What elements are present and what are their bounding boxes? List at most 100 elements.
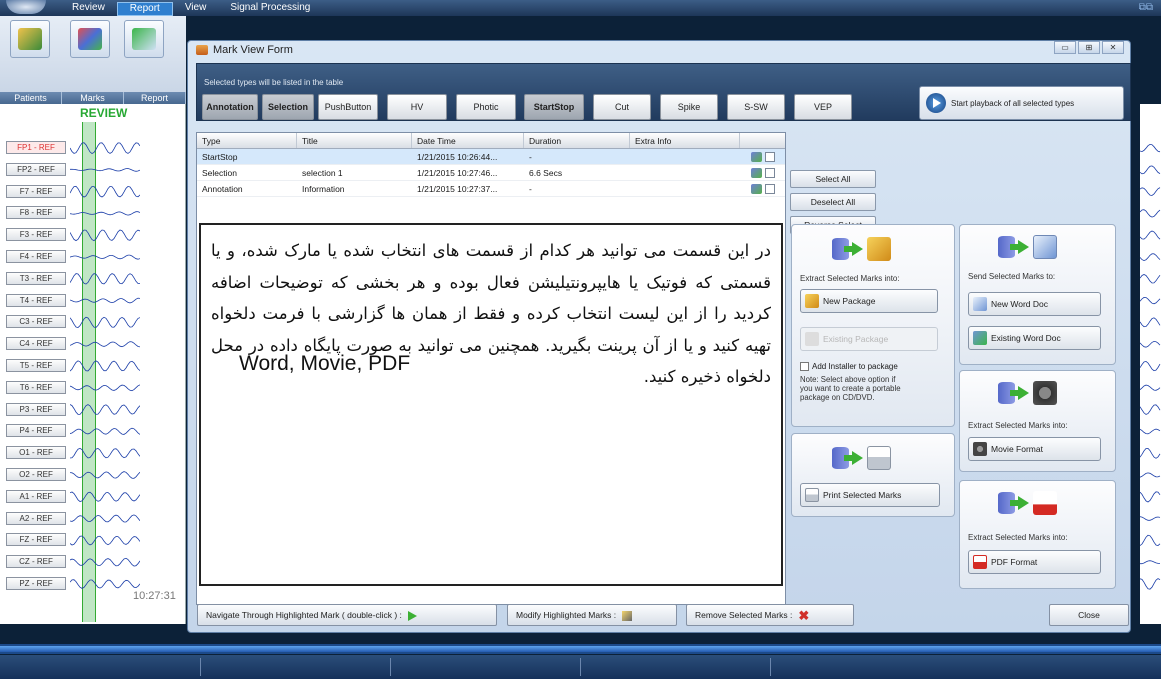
channel-label[interactable]: FP1 - REF	[6, 141, 66, 154]
movie-format-button[interactable]: Movie Format	[968, 437, 1101, 461]
row-checkbox[interactable]	[765, 184, 775, 194]
dialog-title-bar: Mark View Form	[196, 43, 293, 57]
column-datetime[interactable]: Date Time	[412, 133, 524, 148]
film-reel-icon	[1033, 381, 1057, 405]
column-extra-info[interactable]: Extra Info	[630, 133, 740, 148]
table-row[interactable]: StartStop 1/21/2015 10:26:44... -	[197, 149, 785, 165]
tab-view[interactable]: View	[173, 2, 219, 16]
pdf-panel-label: Extract Selected Marks into:	[968, 533, 1068, 542]
toolbar-hint: Selected types will be listed in the tab…	[204, 78, 344, 87]
type-photic-button[interactable]: Photic	[456, 94, 516, 120]
type-vep-button[interactable]: VEP	[794, 94, 852, 120]
column-type[interactable]: Type	[197, 133, 297, 148]
cell-title: selection 1	[302, 168, 343, 178]
eeg-time-label: 10:27:31	[133, 590, 176, 602]
pdf-icon	[973, 555, 987, 569]
table-row[interactable]: Selection selection 1 1/21/2015 10:27:46…	[197, 165, 785, 181]
channel-label[interactable]: F8 - REF	[6, 206, 66, 220]
cell-type: Selection	[202, 168, 237, 178]
select-all-button[interactable]: Select All	[790, 170, 876, 188]
type-startstop-button[interactable]: StartStop	[524, 94, 584, 120]
marks-button[interactable]	[70, 20, 110, 58]
arrow-right-icon	[1010, 386, 1029, 400]
remove-selected-marks-button[interactable]: Remove Selected Marks : ✖	[686, 604, 854, 626]
mark-type-icon	[751, 184, 762, 194]
word-document-icon	[1033, 235, 1057, 259]
type-pushbutton-button[interactable]: PushButton	[318, 94, 378, 120]
start-playback-button[interactable]: Start playback of all selected types	[919, 86, 1124, 120]
table-row[interactable]: Annotation Information 1/21/2015 10:27:3…	[197, 181, 785, 197]
package-icon	[805, 294, 819, 308]
close-button[interactable]: Close	[1049, 604, 1129, 626]
channel-label[interactable]: FZ - REF	[6, 533, 66, 547]
channel-label[interactable]: P3 - REF	[6, 402, 66, 416]
cell-duration: -	[529, 184, 532, 194]
type-annotation-button[interactable]: Annotation	[202, 94, 258, 120]
row-checkbox[interactable]	[765, 152, 775, 162]
new-word-doc-button[interactable]: New Word Doc	[968, 292, 1101, 316]
report-button[interactable]	[124, 20, 164, 58]
channel-label[interactable]: PZ - REF	[6, 577, 66, 590]
status-divider	[580, 658, 581, 676]
tab-review[interactable]: Review	[60, 2, 117, 16]
type-cut-button[interactable]: Cut	[593, 94, 651, 120]
channel-label[interactable]: P4 - REF	[6, 424, 66, 438]
type-selection-button[interactable]: Selection	[262, 94, 314, 120]
pdf-panel: Extract Selected Marks into: PDF Format	[959, 480, 1116, 589]
new-package-button[interactable]: New Package	[800, 289, 938, 313]
minimize-button[interactable]: ▭	[1054, 41, 1076, 54]
channel-label[interactable]: F4 - REF	[6, 250, 66, 263]
print-panel: Print Selected Marks	[791, 433, 955, 517]
channel-label[interactable]: T3 - REF	[6, 271, 66, 285]
ribbon-label-marks: Marks	[62, 92, 124, 104]
close-window-button[interactable]: ✕	[1102, 41, 1124, 54]
film-reel-icon	[973, 442, 987, 456]
printer-icon	[867, 446, 891, 470]
column-title[interactable]: Title	[297, 133, 412, 148]
channel-label[interactable]: C4 - REF	[6, 337, 66, 351]
pdf-format-label: PDF Format	[991, 557, 1038, 567]
package-panel-label: Extract Selected Marks into:	[800, 274, 900, 283]
channel-label[interactable]: O1 - REF	[6, 446, 66, 460]
deselect-all-button[interactable]: Deselect All	[790, 193, 876, 211]
print-selected-marks-button[interactable]: Print Selected Marks	[800, 483, 940, 507]
movie-format-label: Movie Format	[991, 444, 1043, 454]
type-ssw-button[interactable]: S-SW	[727, 94, 785, 120]
existing-word-doc-button[interactable]: Existing Word Doc	[968, 326, 1101, 350]
row-checkbox[interactable]	[765, 168, 775, 178]
maximize-button[interactable]: ⊞	[1078, 41, 1100, 54]
tab-signal-processing[interactable]: Signal Processing	[218, 2, 322, 16]
channel-label[interactable]: F3 - REF	[6, 228, 66, 242]
existing-word-doc-label: Existing Word Doc	[991, 333, 1061, 343]
tab-report[interactable]: Report	[116, 2, 173, 16]
channel-label[interactable]: FP2 - REF	[6, 162, 66, 176]
channel-label[interactable]: CZ - REF	[6, 555, 66, 569]
ribbon-panel: Patients Marks Report	[0, 16, 186, 104]
cell-datetime: 1/21/2015 10:26:44...	[417, 152, 498, 162]
channel-label[interactable]: T6 - REF	[6, 380, 66, 394]
channel-label[interactable]: A1 - REF	[6, 489, 66, 503]
timeline-scrollbar[interactable]	[0, 644, 1161, 654]
type-hv-button[interactable]: HV	[387, 94, 447, 120]
package-note: Note: Select above option if you want to…	[800, 375, 901, 402]
review-label: REVIEW	[80, 106, 128, 120]
patients-button[interactable]	[10, 20, 50, 58]
channel-label[interactable]: O2 - REF	[6, 468, 66, 481]
mark-type-icon	[751, 168, 762, 178]
existing-package-button[interactable]: Existing Package	[800, 327, 938, 351]
window-switch-icon[interactable]: ⧉⧉	[1139, 2, 1153, 13]
channel-label[interactable]: F7 - REF	[6, 184, 66, 198]
add-installer-checkbox[interactable]	[800, 362, 809, 371]
status-divider	[200, 658, 201, 676]
pdf-format-button[interactable]: PDF Format	[968, 550, 1101, 574]
channel-label[interactable]: C3 - REF	[6, 315, 66, 329]
mark-type-toolbar: Selected types will be listed in the tab…	[196, 63, 1131, 121]
menu-bar: Review Report View Signal Processing ⧉⧉	[0, 0, 1161, 16]
type-spike-button[interactable]: Spike	[660, 94, 718, 120]
navigate-highlighted-mark-button[interactable]: Navigate Through Highlighted Mark ( doub…	[197, 604, 497, 626]
channel-label[interactable]: A2 - REF	[6, 511, 66, 525]
channel-label[interactable]: T5 - REF	[6, 359, 66, 372]
modify-highlighted-marks-button[interactable]: Modify Highlighted Marks :	[507, 604, 677, 626]
column-duration[interactable]: Duration	[524, 133, 630, 148]
channel-label[interactable]: T4 - REF	[6, 293, 66, 307]
